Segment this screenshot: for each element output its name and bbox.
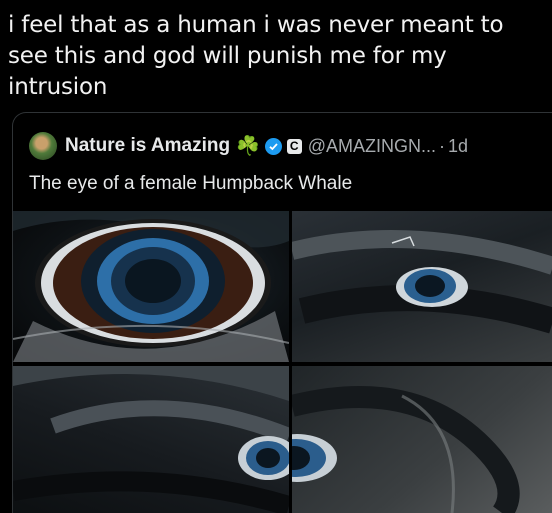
tweet-card[interactable]: Nature is Amazing ☘️ C @AMAZINGN... · 1d… [12, 112, 552, 513]
avatar[interactable] [29, 132, 57, 160]
tweet-header: Nature is Amazing ☘️ C @AMAZINGN... · 1d [29, 131, 468, 161]
clover-emoji: ☘️ [236, 136, 260, 157]
media-image-3[interactable] [13, 366, 289, 513]
timestamp[interactable]: 1d [448, 136, 468, 157]
media-image-2[interactable] [292, 211, 552, 362]
separator: · [439, 135, 446, 156]
media-image-1[interactable] [13, 211, 289, 362]
affiliate-badge-icon: C [286, 138, 302, 154]
display-name[interactable]: Nature is Amazing [65, 135, 230, 157]
tweet-text: The eye of a female Humpback Whale [29, 173, 353, 194]
meme-caption: i feel that as a human i was never meant… [8, 12, 504, 100]
verified-badge-icon [264, 137, 282, 155]
media-image-4[interactable] [292, 366, 552, 513]
handle[interactable]: @AMAZINGN... [308, 136, 436, 157]
media-grid [13, 211, 552, 513]
